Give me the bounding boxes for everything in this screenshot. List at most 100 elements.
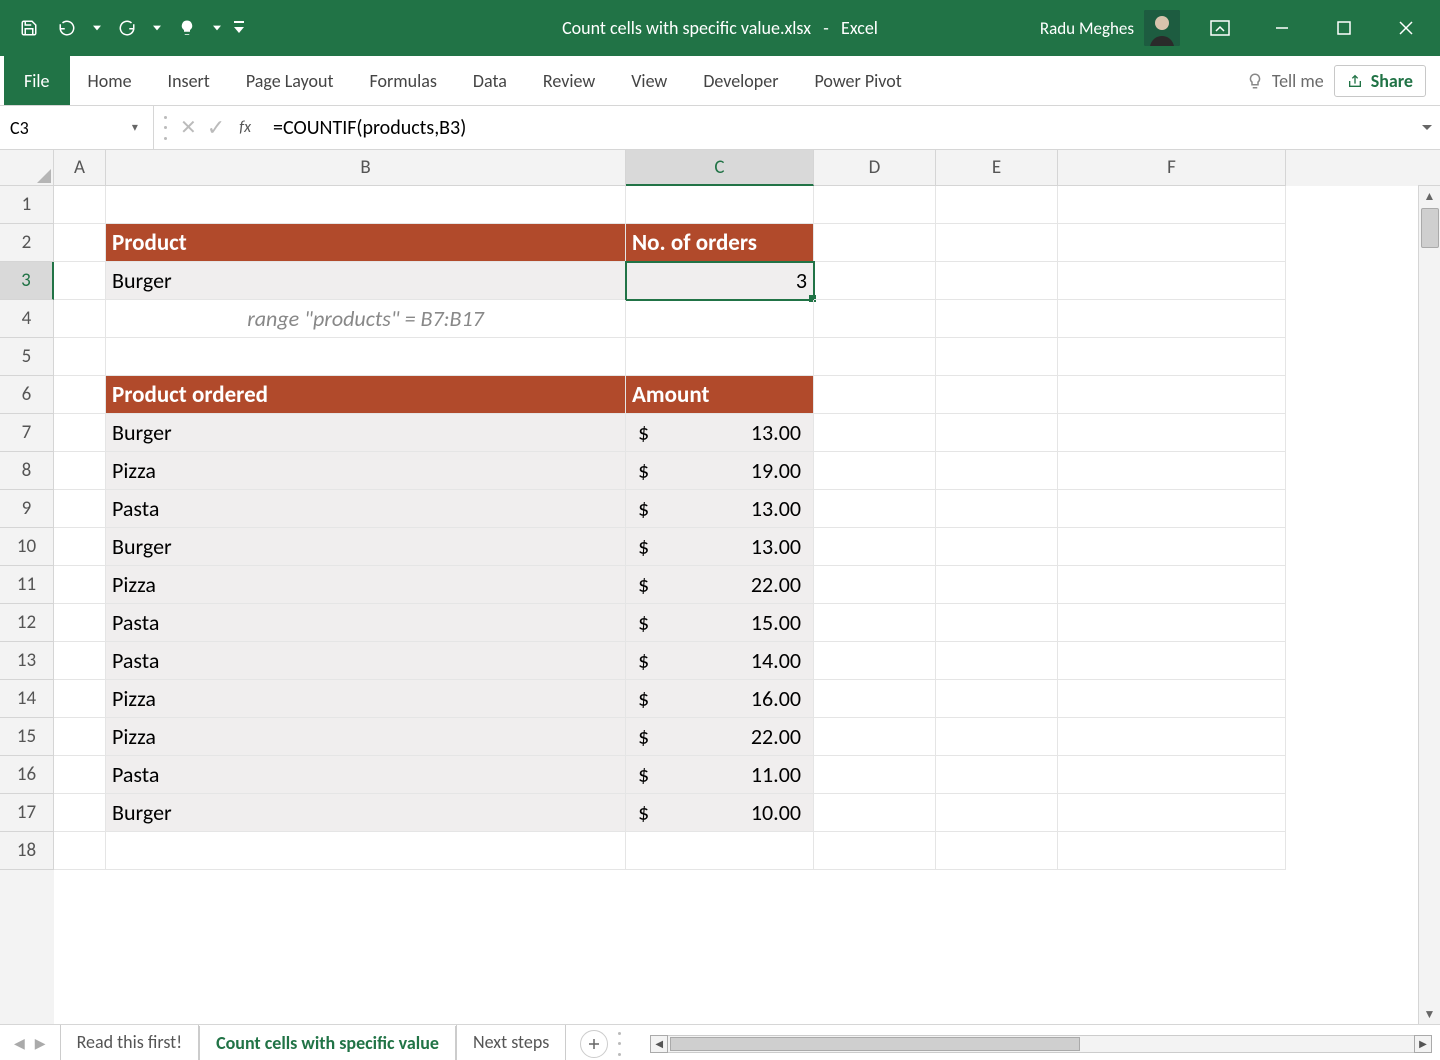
cell-amount[interactable]: $13.00 xyxy=(626,528,814,566)
cell[interactable] xyxy=(626,338,814,376)
cell[interactable] xyxy=(1058,604,1286,642)
row-header-5[interactable]: 5 xyxy=(0,338,54,376)
cell-amount[interactable]: $13.00 xyxy=(626,490,814,528)
header-amount[interactable]: Amount xyxy=(626,376,814,414)
accept-formula-icon[interactable]: ✓ xyxy=(207,114,225,141)
cell-product-ordered[interactable]: Burger xyxy=(106,794,626,832)
range-note[interactable]: range "products" = B7:B17 xyxy=(106,300,626,338)
name-box-input[interactable] xyxy=(0,106,132,149)
cell[interactable] xyxy=(106,832,626,870)
cell[interactable] xyxy=(814,680,936,718)
cell[interactable] xyxy=(1058,528,1286,566)
cell[interactable] xyxy=(814,376,936,414)
cell-amount[interactable]: $16.00 xyxy=(626,680,814,718)
tab-formulas[interactable]: Formulas xyxy=(352,56,455,105)
cell-product-ordered[interactable]: Pasta xyxy=(106,490,626,528)
cell[interactable] xyxy=(54,680,106,718)
cell-product[interactable]: Burger xyxy=(106,262,626,300)
cell[interactable] xyxy=(936,338,1058,376)
cell-amount[interactable]: $15.00 xyxy=(626,604,814,642)
col-header-C[interactable]: C xyxy=(626,150,814,186)
row-header-2[interactable]: 2 xyxy=(0,224,54,262)
cell-amount[interactable]: $13.00 xyxy=(626,414,814,452)
minimize-icon[interactable] xyxy=(1260,11,1304,45)
cell[interactable] xyxy=(54,604,106,642)
sheet-tab[interactable]: Count cells with specific value xyxy=(199,1026,456,1060)
header-product[interactable]: Product xyxy=(106,224,626,262)
cell-product-ordered[interactable]: Pizza xyxy=(106,718,626,756)
sheet-prev-icon[interactable]: ◀ xyxy=(14,1035,25,1052)
cell[interactable] xyxy=(814,262,936,300)
tab-developer[interactable]: Developer xyxy=(685,56,796,105)
tab-power-pivot[interactable]: Power Pivot xyxy=(796,56,919,105)
row-header-1[interactable]: 1 xyxy=(0,186,54,224)
cell[interactable] xyxy=(936,414,1058,452)
name-box-dropdown-icon[interactable]: ▾ xyxy=(132,120,153,135)
cell[interactable] xyxy=(1058,452,1286,490)
header-product-ordered[interactable]: Product ordered xyxy=(106,376,626,414)
qat-dropdown-icon[interactable] xyxy=(208,11,226,45)
redo-icon[interactable] xyxy=(110,11,144,45)
undo-icon[interactable] xyxy=(50,11,84,45)
cell[interactable] xyxy=(814,338,936,376)
hscroll-thumb[interactable] xyxy=(670,1037,1080,1051)
cell[interactable] xyxy=(106,186,626,224)
cell[interactable] xyxy=(936,642,1058,680)
cell[interactable] xyxy=(814,186,936,224)
cell[interactable] xyxy=(814,566,936,604)
scroll-up-icon[interactable]: ▲ xyxy=(1424,186,1436,206)
cell[interactable] xyxy=(1058,414,1286,452)
col-header-B[interactable]: B xyxy=(106,150,626,186)
sheet-nav[interactable]: ◀ ▶ xyxy=(0,1035,60,1052)
cell[interactable] xyxy=(54,528,106,566)
row-header-11[interactable]: 11 xyxy=(0,566,54,604)
cell[interactable] xyxy=(1058,376,1286,414)
row-header-10[interactable]: 10 xyxy=(0,528,54,566)
cell[interactable] xyxy=(936,756,1058,794)
tab-view[interactable]: View xyxy=(613,56,685,105)
undo-dropdown-icon[interactable] xyxy=(88,11,106,45)
cell[interactable] xyxy=(54,414,106,452)
cell[interactable] xyxy=(936,262,1058,300)
cell[interactable] xyxy=(936,376,1058,414)
cell[interactable] xyxy=(936,794,1058,832)
cell-product-ordered[interactable]: Pizza xyxy=(106,566,626,604)
tab-home[interactable]: Home xyxy=(70,56,150,105)
cell[interactable] xyxy=(814,832,936,870)
scroll-down-icon[interactable]: ▼ xyxy=(1424,1004,1436,1024)
cell[interactable] xyxy=(626,832,814,870)
sheet-tab[interactable]: Next steps xyxy=(456,1025,566,1060)
scroll-right-icon[interactable]: ▶ xyxy=(1414,1035,1432,1053)
cell[interactable] xyxy=(1058,794,1286,832)
tab-insert[interactable]: Insert xyxy=(150,56,228,105)
cell[interactable] xyxy=(814,528,936,566)
cell-amount[interactable]: $10.00 xyxy=(626,794,814,832)
row-header-13[interactable]: 13 xyxy=(0,642,54,680)
cell[interactable] xyxy=(814,604,936,642)
row-header-4[interactable]: 4 xyxy=(0,300,54,338)
active-cell[interactable]: 3 xyxy=(626,262,814,300)
cell[interactable] xyxy=(54,490,106,528)
cell-product-ordered[interactable]: Pizza xyxy=(106,680,626,718)
row-header-3[interactable]: 3 xyxy=(0,262,54,300)
cell[interactable] xyxy=(936,832,1058,870)
user-account[interactable]: Radu Meghes xyxy=(1040,10,1180,46)
cell-amount[interactable]: $14.00 xyxy=(626,642,814,680)
cell[interactable] xyxy=(1058,262,1286,300)
cell[interactable] xyxy=(814,300,936,338)
row-header-17[interactable]: 17 xyxy=(0,794,54,832)
expand-formula-bar-icon[interactable] xyxy=(1414,122,1440,134)
cell-product-ordered[interactable]: Pasta xyxy=(106,642,626,680)
cell-amount[interactable]: $19.00 xyxy=(626,452,814,490)
cell[interactable] xyxy=(936,300,1058,338)
col-header-E[interactable]: E xyxy=(936,150,1058,186)
cell[interactable] xyxy=(626,186,814,224)
cell[interactable] xyxy=(814,414,936,452)
tab-file[interactable]: File xyxy=(4,56,70,105)
cell-amount[interactable]: $22.00 xyxy=(626,566,814,604)
cell[interactable] xyxy=(54,376,106,414)
cell[interactable] xyxy=(54,186,106,224)
tab-review[interactable]: Review xyxy=(525,56,613,105)
col-header-D[interactable]: D xyxy=(814,150,936,186)
cell-product-ordered[interactable]: Pasta xyxy=(106,756,626,794)
